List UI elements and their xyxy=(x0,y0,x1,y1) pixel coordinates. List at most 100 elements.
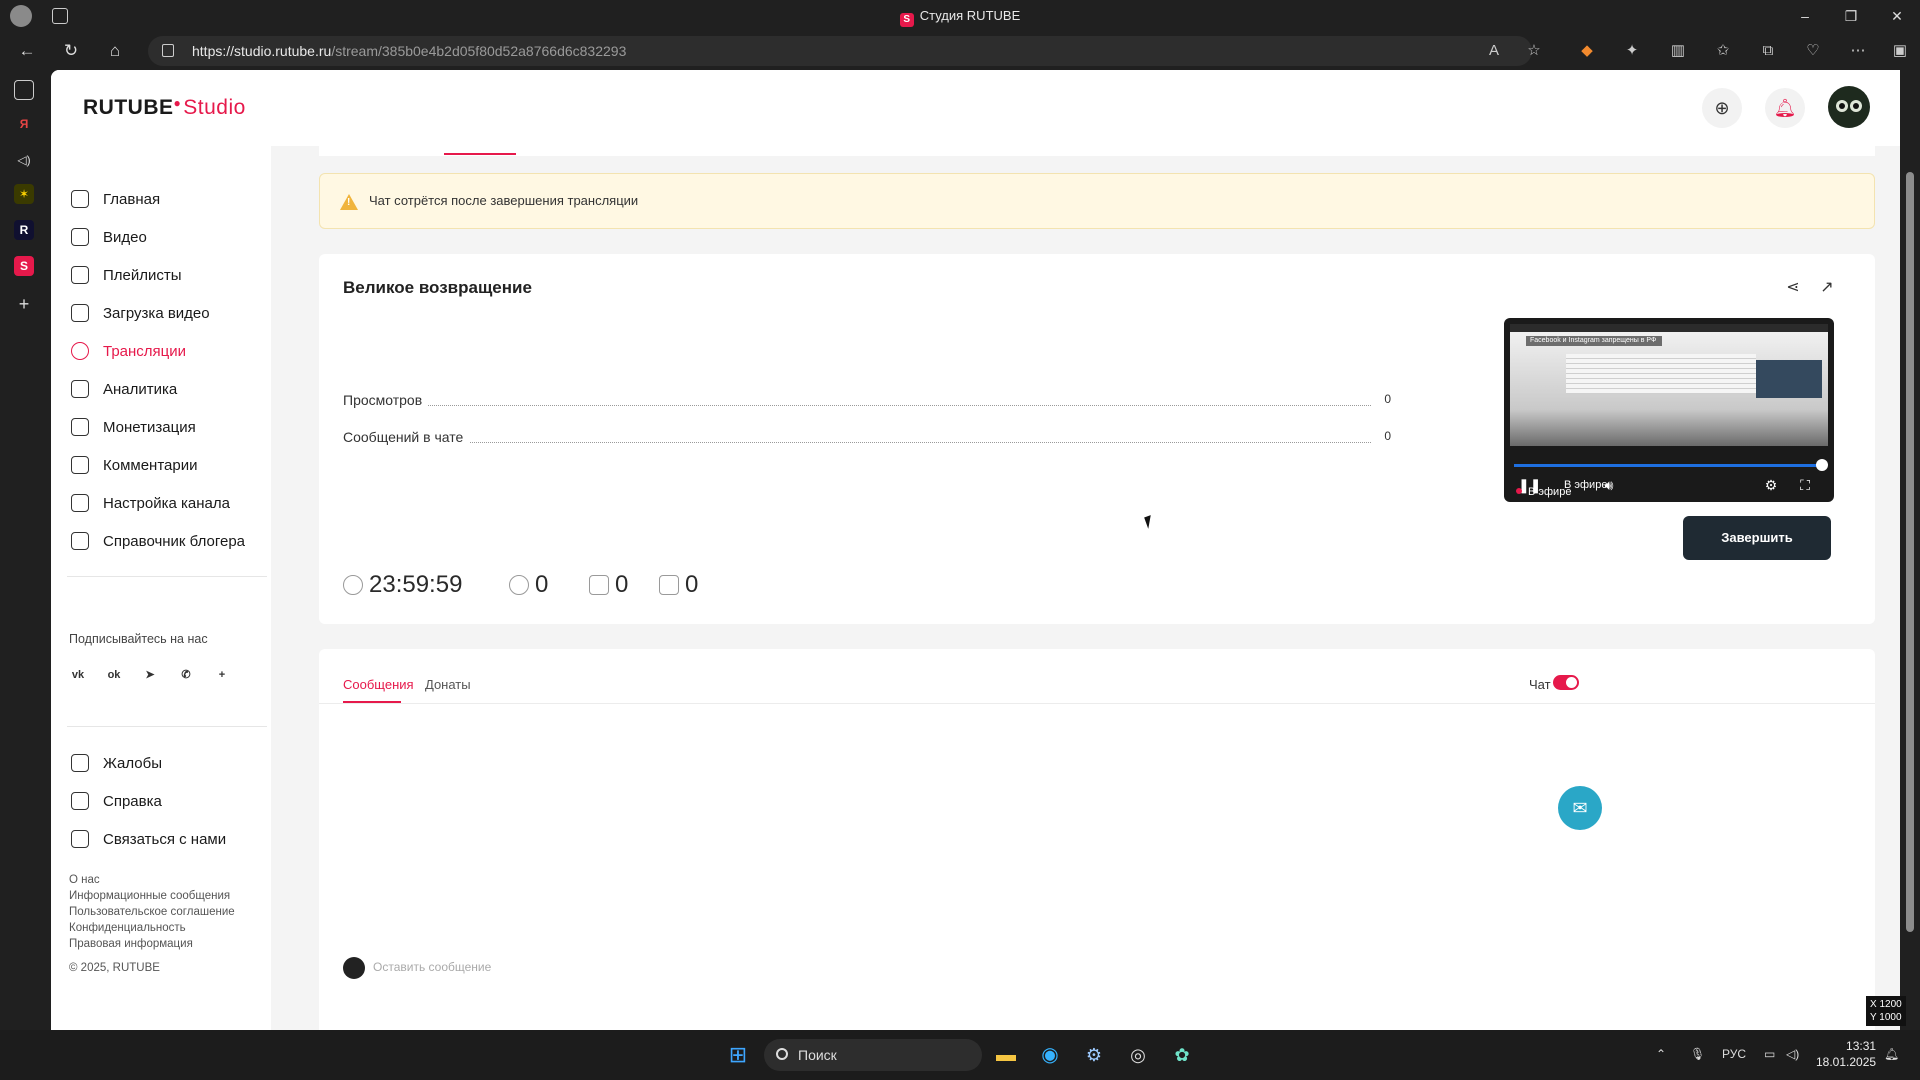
nav-item-channel-settings[interactable]: Настройка канала xyxy=(71,490,230,516)
scrollbar-thumb[interactable] xyxy=(1906,172,1914,932)
telegram-icon[interactable]: ➤ xyxy=(139,664,161,686)
yandex-icon[interactable]: Я xyxy=(14,114,34,134)
home-icon[interactable]: ⌂ xyxy=(104,40,126,62)
chat-toggle[interactable] xyxy=(1553,675,1579,690)
rutube-studio-icon[interactable]: S xyxy=(14,256,34,276)
nav-item-streams[interactable]: Трансляции xyxy=(71,338,186,364)
tray-expand-icon[interactable]: ⌃ xyxy=(1656,1047,1666,1061)
fullscreen-icon[interactable]: ⛶ xyxy=(1796,476,1814,494)
read-aloud-icon[interactable]: A xyxy=(1484,41,1504,61)
clock-time: 13:31 xyxy=(1846,1039,1877,1053)
steam-icon[interactable]: ⚙ xyxy=(1080,1041,1108,1069)
footer-link-legal[interactable]: Правовая информация xyxy=(69,938,193,950)
live-label: В эфире xyxy=(1528,486,1572,498)
create-button[interactable]: ⊕ xyxy=(1702,88,1742,128)
nav-item-playlists[interactable]: Плейлисты xyxy=(71,262,182,288)
nav-divider xyxy=(67,576,267,577)
browser-essentials-icon[interactable]: ♡ xyxy=(1803,41,1823,61)
notifications-icon[interactable]: 🔔︎ xyxy=(1765,88,1805,128)
audio-icon[interactable]: ◁) xyxy=(14,150,34,170)
dislikes-value: 0 xyxy=(685,571,699,598)
stream-preview-player[interactable]: Facebook и Instagram запрещены в РФ ❚❚ В… xyxy=(1504,318,1834,502)
start-icon[interactable]: ⊞ xyxy=(724,1041,752,1069)
favicon: S xyxy=(899,13,914,27)
edge-icon[interactable]: ◉ xyxy=(1036,1041,1064,1069)
search-icon xyxy=(776,1048,788,1060)
nav-item-label: Монетизация xyxy=(103,418,196,436)
microphone-icon[interactable]: 🎙︎ xyxy=(1690,1047,1705,1061)
dotted-leader xyxy=(343,442,1371,443)
vk-icon[interactable]: vk xyxy=(67,664,89,686)
language-indicator[interactable]: РУС xyxy=(1722,1047,1746,1061)
extensions-icon[interactable]: ✦ xyxy=(1622,41,1642,61)
tabs-icon[interactable] xyxy=(14,80,34,100)
minimize-icon[interactable]: – xyxy=(1795,6,1815,26)
app-icon[interactable]: ◎ xyxy=(1124,1041,1152,1069)
volume-icon[interactable]: 🔊︎ xyxy=(1600,476,1618,494)
extension-fox-icon[interactable]: ◆ xyxy=(1577,41,1597,61)
app-icon[interactable]: ✶ xyxy=(14,184,34,204)
end-stream-button[interactable]: Завершить трансляцию xyxy=(1683,516,1831,589)
nav-item-comments[interactable]: Комментарии xyxy=(71,452,197,478)
nav-item-blogger-guide[interactable]: Справочник блогера xyxy=(71,528,245,554)
split-screen-icon[interactable]: ▥ xyxy=(1668,41,1688,61)
chat-warning-banner: Чат сотрётся после завершения трансляции xyxy=(319,173,1875,229)
footer-link-info[interactable]: Информационные сообщения xyxy=(69,890,230,902)
nav-item-help[interactable]: Справка xyxy=(71,788,162,814)
refresh-icon[interactable]: ↻ xyxy=(60,40,82,62)
nav-item-analytics[interactable]: Аналитика xyxy=(71,376,177,402)
nav-item-contact[interactable]: Связаться с нами xyxy=(71,826,226,852)
ok-icon[interactable]: ok xyxy=(103,664,125,686)
nav-item-monetization[interactable]: Монетизация xyxy=(71,414,196,440)
thumbs-down-icon xyxy=(659,575,679,595)
clock-date: 18.01.2025 xyxy=(1816,1055,1877,1069)
studio-page: RUTUBE●Studio ⊕ 🔔︎ Главная Видео Плейлис… xyxy=(51,70,1900,1030)
collections-icon[interactable]: ⧉ xyxy=(1758,41,1778,61)
progress-knob[interactable] xyxy=(1816,459,1828,471)
nav-item-upload[interactable]: Загрузка видео xyxy=(71,300,210,326)
page-scrollbar[interactable] xyxy=(1900,70,1920,1030)
footer-link-terms[interactable]: Пользовательское соглашение xyxy=(69,906,235,918)
favorite-star-icon[interactable]: ☆ xyxy=(1524,41,1544,61)
url-text[interactable]: https://studio.rutube.ru/stream/385b0e4b… xyxy=(192,43,626,59)
rutube-icon[interactable]: R xyxy=(14,220,34,240)
close-icon[interactable]: ✕ xyxy=(1887,6,1907,26)
chat-input[interactable]: Оставить сообщение xyxy=(343,957,491,979)
window-title-text: Студия RUTUBE xyxy=(919,8,1021,23)
nav-item-home[interactable]: Главная xyxy=(71,186,160,212)
volume-tray-icon[interactable]: ◁) xyxy=(1786,1047,1799,1061)
chatgpt-icon[interactable]: ✿ xyxy=(1168,1041,1196,1069)
tab-donations[interactable]: Донаты xyxy=(425,677,471,692)
notification-bell-icon[interactable]: 🔔︎ xyxy=(1884,1047,1899,1061)
restore-icon[interactable]: ❐ xyxy=(1841,6,1861,26)
sidebar-toggle-icon[interactable]: ▣ xyxy=(1890,41,1910,61)
stat-chat-messages-row: Сообщений в чате 0 xyxy=(343,429,1391,449)
viber-icon[interactable]: ✆ xyxy=(175,664,197,686)
share-icon[interactable]: ⋖ xyxy=(1783,278,1803,298)
stream-title: Великое возвращение xyxy=(343,278,532,297)
tab-messages[interactable]: Сообщения xyxy=(343,677,414,692)
footer-link-about[interactable]: О нас xyxy=(69,874,100,886)
dotted-leader xyxy=(343,405,1371,406)
footer-link-privacy[interactable]: Конфиденциальность xyxy=(69,922,186,934)
more-social-icon[interactable]: + xyxy=(211,664,233,686)
open-external-icon[interactable]: ↗ xyxy=(1817,278,1837,298)
progress-bar[interactable] xyxy=(1514,464,1822,467)
address-bar[interactable]: https://studio.rutube.ru/stream/385b0e4b… xyxy=(148,36,1532,66)
user-avatar[interactable] xyxy=(1828,86,1870,128)
logo[interactable]: RUTUBE●Studio xyxy=(83,96,246,120)
favorites-icon[interactable]: ✩ xyxy=(1713,41,1733,61)
file-explorer-icon[interactable]: ▬ xyxy=(992,1041,1020,1069)
chat-support-button[interactable]: ✉ xyxy=(1558,786,1602,830)
taskbar-clock[interactable]: 13:31 18.01.2025 xyxy=(1816,1038,1876,1070)
lock-icon[interactable] xyxy=(162,44,174,57)
more-icon[interactable]: ⋯ xyxy=(1848,41,1868,61)
nav-item-video[interactable]: Видео xyxy=(71,224,147,250)
nav-item-complaints[interactable]: Жалобы xyxy=(71,750,162,776)
add-app-icon[interactable]: + xyxy=(14,294,34,314)
network-icon[interactable]: ▭ xyxy=(1764,1047,1775,1061)
settings-gear-icon[interactable]: ⚙ xyxy=(1762,476,1780,494)
analytics-icon xyxy=(71,380,89,398)
back-icon[interactable]: ← xyxy=(16,40,38,62)
taskbar-search[interactable]: Поиск xyxy=(764,1039,982,1071)
